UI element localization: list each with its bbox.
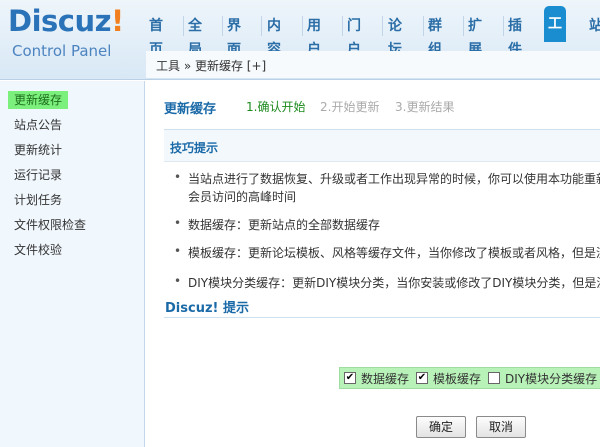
cache-options: ✔ 数据缓存 ✔ 模板缓存 DIY模块分类缓存 (339, 367, 600, 389)
option-label: 模板缓存 (433, 372, 482, 386)
tips-panel: 技巧提示 • 当站点进行了数据恢复、升级或者工作出现异常的时候，你可以使用本功能… (164, 129, 600, 292)
sidebar-item-update-stats[interactable]: 更新统计 (8, 141, 68, 159)
breadcrumb: 工具 » 更新缓存 [+] (146, 51, 600, 79)
sidebar-item-run-logs[interactable]: 运行记录 (8, 166, 68, 184)
nav-item-extend[interactable]: 扩展 (468, 14, 482, 58)
tip-item: DIY模块分类缓存：更新DIY模块分类，当你安装或修改了DIY模块分类，但是没 (188, 276, 600, 290)
checkbox-checked-icon[interactable]: ✔ (344, 372, 356, 384)
logo-title: Discuz! (8, 4, 124, 38)
cancel-button[interactable]: 取消 (476, 416, 526, 438)
step-confirm-start: 1.确认开始 (246, 100, 306, 114)
bullet-icon: • (174, 274, 182, 288)
sidebar-item-file-verify[interactable]: 文件校验 (8, 241, 68, 259)
bullet-icon: • (174, 170, 182, 184)
sidebar-item-update-cache[interactable]: 更新缓存 (8, 91, 69, 109)
nav-item-users[interactable]: 用户 (307, 14, 321, 58)
nav-item-groups[interactable]: 群组 (428, 14, 442, 58)
checkbox-checked-icon[interactable]: ✔ (416, 372, 428, 384)
bullet-icon: • (174, 216, 182, 230)
sidebar-item-file-permissions[interactable]: 文件权限检查 (8, 216, 92, 234)
nav-item-interface[interactable]: 界面 (227, 14, 241, 58)
tip-item: 模板缓存：更新论坛模板、风格等缓存文件，当你修改了模板或者风格，但是没 (188, 246, 600, 260)
nav-item-home[interactable]: 首页 (149, 14, 163, 58)
nav-item-content[interactable]: 内容 (267, 14, 281, 58)
logo: Discuz! Control Panel (6, 4, 146, 68)
step-update-result: 3.更新结果 (395, 100, 455, 114)
cache-form: ✔ 数据缓存 ✔ 模板缓存 DIY模块分类缓存 确定 取消 (164, 317, 600, 447)
checkbox-unchecked-icon[interactable] (488, 372, 500, 384)
sidebar: 更新缓存 站点公告 更新统计 运行记录 计划任务 文件权限检查 文件校验 (0, 81, 145, 447)
sidebar-item-announcements[interactable]: 站点公告 (8, 116, 68, 134)
tip-item: 数据缓存：更新站点的全部数据缓存 (188, 218, 381, 232)
logo-subtitle: Control Panel (12, 42, 112, 60)
option-label: 数据缓存 (361, 372, 410, 386)
tip-item-continued: 会员访问的高峰时间 (188, 190, 297, 204)
nav-item-global[interactable]: 全局 (188, 14, 202, 58)
nav-item-forum[interactable]: 论坛 (388, 14, 402, 58)
nav-item-plugins[interactable]: 插件 (508, 14, 522, 58)
bullet-icon: • (174, 244, 182, 258)
nav-item-portal[interactable]: 门户 (347, 14, 361, 58)
tip-item: 当站点进行了数据恢复、升级或者工作出现异常的时候，你可以使用本功能重新 (188, 172, 600, 186)
step-start-update: 2.开始更新 (320, 100, 380, 114)
option-label: DIY模块分类缓存 (505, 372, 598, 386)
tips-header: 技巧提示 (164, 130, 600, 162)
sidebar-item-scheduled-tasks[interactable]: 计划任务 (8, 191, 68, 209)
discuz-tip-title: Discuz! 提示 (165, 301, 249, 316)
confirm-button[interactable]: 确定 (416, 416, 466, 438)
page-title: 更新缓存 (164, 102, 217, 117)
nav-item-tools[interactable]: 工具 (544, 6, 566, 68)
nav-item-site[interactable]: 站 (589, 14, 600, 38)
breadcrumb-text[interactable]: 工具 » 更新缓存 [+] (156, 57, 266, 74)
tips-title: 技巧提示 (170, 141, 219, 155)
